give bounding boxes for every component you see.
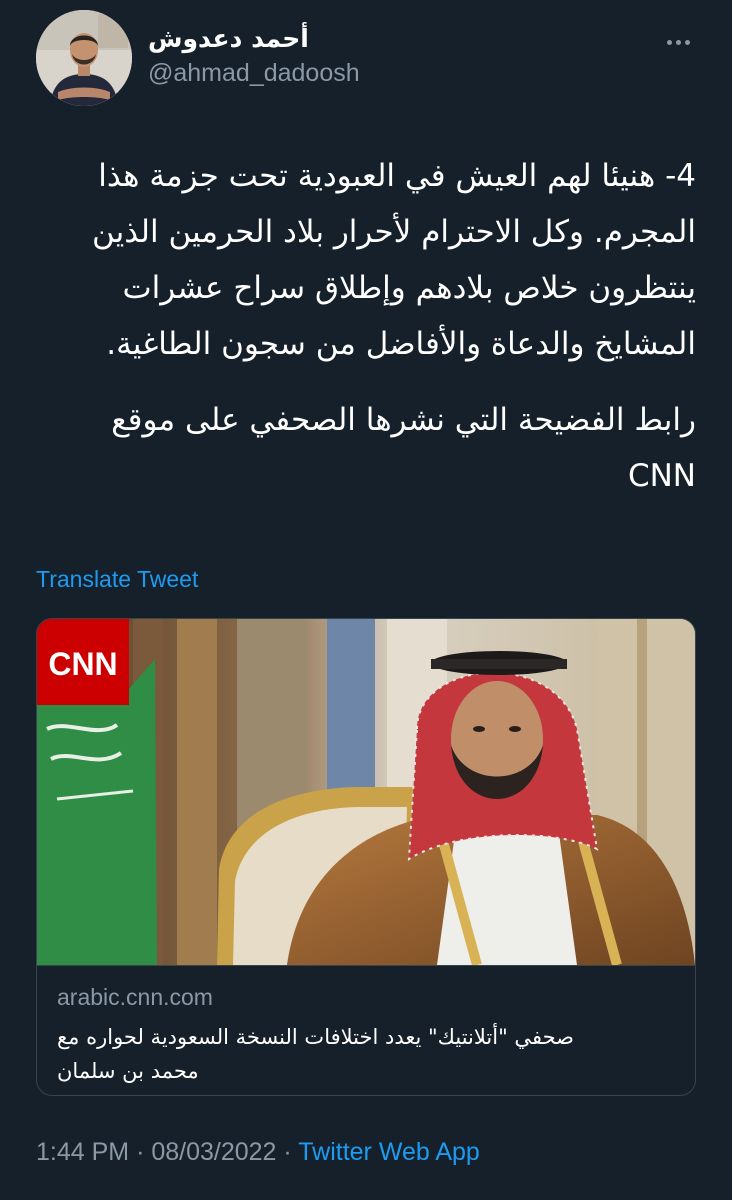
cnn-logo-text: CNN [48,646,117,682]
tweet-source-link[interactable]: Twitter Web App [298,1138,480,1166]
tweet-paragraph: 4- هنيئا لهم العيش في العبودية تحت جزمة … [92,158,696,362]
card-photo: CNN [37,619,695,967]
author-block[interactable]: أحمد دعدوش @ahmad_dadoosh [148,22,408,90]
footer-separator: · [136,1138,145,1166]
card-meta: arabic.cnn.com صحفي "أتلانتيك" يعدد اختل… [37,965,695,1095]
tweet-paragraph: رابط الفضيحة التي نشرها الصحفي على موقع … [111,402,696,494]
cnn-logo-icon: CNN [37,619,129,705]
card-image: CNN [37,619,695,967]
tweet: أحمد دعدوش @ahmad_dadoosh 4- هنيئا لهم ا… [0,0,732,1200]
tweet-footer: 1:44 PM · 08/03/2022 · Twitter Web App [36,1138,480,1167]
translate-tweet-link[interactable]: Translate Tweet [36,566,198,593]
avatar-photo [36,10,132,106]
tweet-date[interactable]: 08/03/2022 [151,1138,276,1166]
more-options-icon[interactable] [660,30,696,54]
avatar[interactable] [36,10,132,106]
author-handle[interactable]: @ahmad_dadoosh [148,56,408,90]
card-title: صحفي "أتلانتيك" يعدد اختلافات النسخة الس… [57,1025,574,1083]
author-display-name[interactable]: أحمد دعدوش [148,22,408,56]
tweet-time[interactable]: 1:44 PM [36,1138,129,1166]
link-preview-card[interactable]: CNN arabic.cnn.com صحفي "أتلانتيك" يعدد … [36,618,696,1096]
footer-separator: · [283,1138,292,1166]
card-domain: arabic.cnn.com [57,984,213,1010]
tweet-text: 4- هنيئا لهم العيش في العبودية تحت جزمة … [36,148,696,524]
